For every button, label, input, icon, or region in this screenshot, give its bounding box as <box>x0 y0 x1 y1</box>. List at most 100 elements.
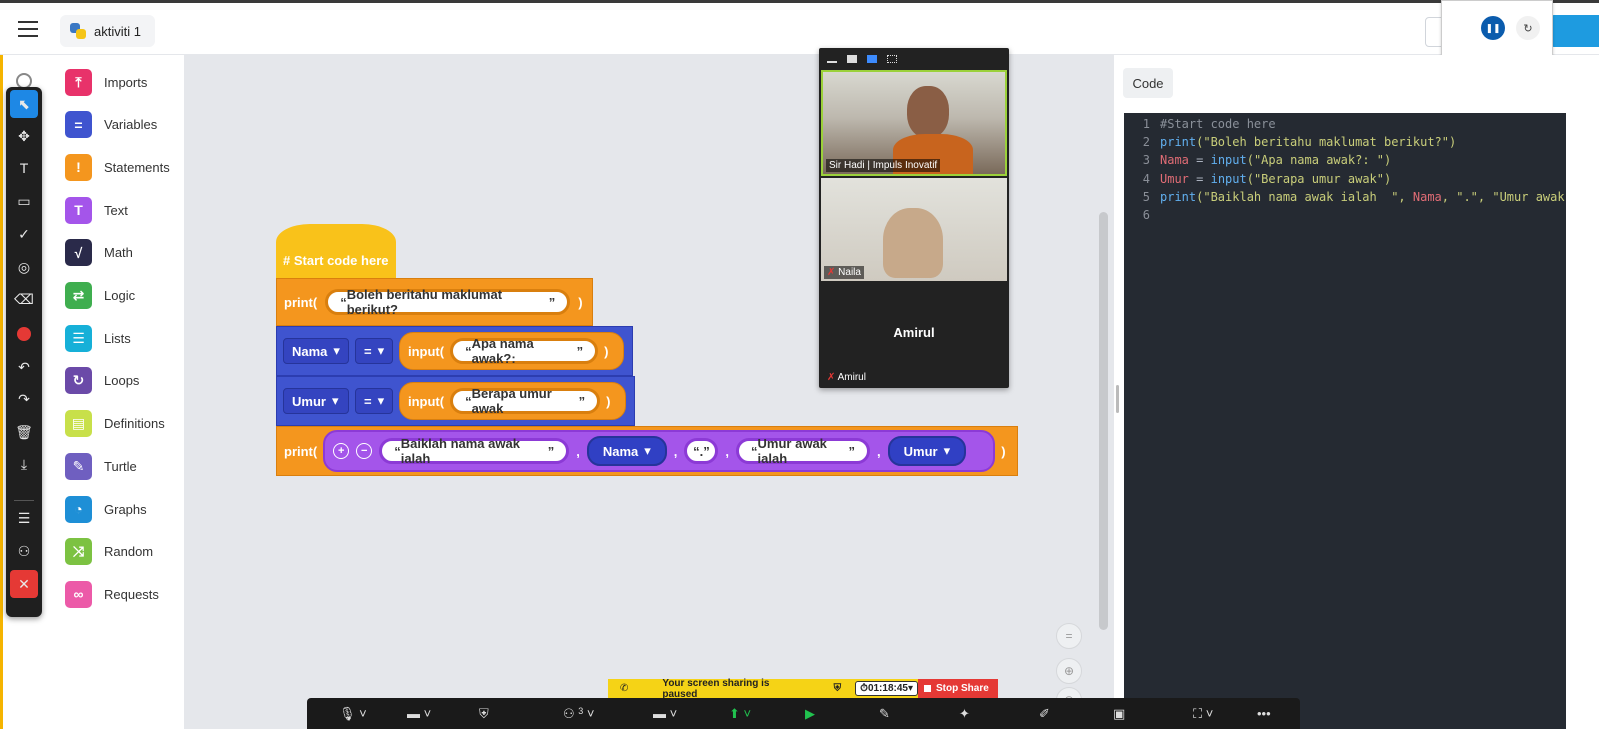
run-button[interactable] <box>1550 15 1599 47</box>
share-screen-icon[interactable]: ⬆ ˅ <box>729 706 751 722</box>
whiteboard-icon[interactable]: ▣ <box>1113 706 1125 722</box>
menu-icon[interactable] <box>18 21 38 37</box>
more-icon[interactable]: ••• <box>1257 706 1271 721</box>
pause-icon[interactable]: ❚❚ <box>1481 16 1505 40</box>
video-tile-1[interactable]: Sir Hadi | Impuls Inovatif <box>821 70 1007 176</box>
resume-share-icon[interactable]: ▶ <box>805 706 815 722</box>
participant-label: ✗ Naila <box>824 266 864 279</box>
app-header: aktiviti 1 <box>0 3 1599 55</box>
print-block-1[interactable]: print( “Boleh beritahu maklumat berikut?… <box>276 278 593 326</box>
string-literal[interactable]: “Umur awak ialah” <box>736 436 871 466</box>
restart-icon[interactable]: ↻ <box>1516 16 1540 40</box>
close-paren: ) <box>578 294 583 310</box>
zoom-reset-icon[interactable]: = <box>1056 623 1082 649</box>
category-imports[interactable]: ⤒ Imports <box>65 68 147 96</box>
string-literal[interactable]: “Apa nama awak?:” <box>450 336 599 366</box>
participants-icon[interactable]: ⚇ 3 ˅ <box>563 706 595 722</box>
assign-block-umur[interactable]: Umur ▾ = ▾ input( “Berapa umur awak” ) <box>276 376 635 426</box>
stop-share-label: Stop Share <box>936 683 989 694</box>
move-icon[interactable]: ✥ <box>10 122 38 150</box>
category-text[interactable]: T Text <box>65 196 128 224</box>
checkmark-icon[interactable]: ✓ <box>10 220 38 248</box>
start-hat-block[interactable]: # Start code here <box>276 224 396 278</box>
chat-icon[interactable]: ▬ ˅ <box>653 706 677 721</box>
join-block[interactable]: + − “Baiklah nama awak ialah” , Nama ▾ , … <box>323 430 996 472</box>
operator-dropdown[interactable]: = ▾ <box>355 338 393 364</box>
input-block[interactable]: input( “Berapa umur awak” ) <box>399 382 626 420</box>
meeting-timer[interactable]: ⏱ 01:18:45 ▾ <box>855 681 918 696</box>
print-block-2[interactable]: print( + − “Baiklah nama awak ialah” , N… <box>276 426 1018 476</box>
category-label: Statements <box>104 159 170 175</box>
variable-dropdown[interactable]: Nama ▾ <box>283 338 349 364</box>
color-icon[interactable] <box>10 320 38 348</box>
variable-dropdown[interactable]: Umur ▾ <box>283 388 349 414</box>
input-block[interactable]: input( “Apa nama awak?:” ) <box>399 332 624 370</box>
download-icon[interactable]: ⤓ <box>10 450 38 478</box>
category-math[interactable]: √ Math <box>65 239 133 267</box>
add-item-icon[interactable]: + <box>333 443 350 459</box>
microphone-icon[interactable]: 🎙︎ ˅ <box>339 706 367 722</box>
category-label: Turtle <box>104 458 137 474</box>
minimize-icon[interactable] <box>827 61 837 63</box>
category-lists[interactable]: ☰ Lists <box>65 324 131 352</box>
rectangle-icon[interactable]: ▭ <box>10 187 38 215</box>
category-statements[interactable]: ! Statements <box>65 153 170 181</box>
variable-pill[interactable]: Umur ▾ <box>887 436 967 466</box>
pen-icon[interactable]: ✐ <box>1039 706 1050 722</box>
string-literal[interactable]: “.” <box>684 438 719 464</box>
video-tile-2[interactable]: ✗ Naila <box>821 178 1007 281</box>
strip-view-icon[interactable] <box>867 55 877 63</box>
redo-icon[interactable]: ↷ <box>10 385 38 413</box>
category-logic[interactable]: ⇄ Logic <box>65 282 135 310</box>
statements-category-icon: ! <box>65 153 92 181</box>
stop-share-button[interactable]: Stop Share <box>918 679 998 698</box>
code-editor[interactable]: 1 #Start code here 2 print("Boleh beritahu … <box>1124 113 1566 729</box>
remove-item-icon[interactable]: − <box>356 443 373 459</box>
string-literal[interactable]: “Berapa umur awak” <box>450 386 601 416</box>
operator-dropdown[interactable]: = ▾ <box>355 388 393 414</box>
video-camera-icon[interactable]: ▬ ˅ <box>407 706 431 721</box>
gallery-view-icon[interactable] <box>887 55 897 63</box>
variable-pill[interactable]: Nama ▾ <box>586 436 667 466</box>
spotlight-icon[interactable]: ◎ <box>10 253 38 281</box>
remote-control-icon[interactable]: ⛶ ˅ <box>1193 706 1213 722</box>
video-gallery-panel[interactable]: Sir Hadi | Impuls Inovatif ✗ Naila Amiru… <box>819 48 1009 388</box>
video-tile-3[interactable]: Amirul ✗ Amirul <box>821 283 1007 386</box>
tab-code[interactable]: Code <box>1123 68 1173 98</box>
pane-resize-handle[interactable] <box>1116 385 1119 413</box>
line-number: 1 <box>1142 117 1150 131</box>
apps-icon[interactable]: ✦ <box>959 706 970 722</box>
eraser-icon[interactable]: ⌫ <box>10 285 38 313</box>
user-settings-icon[interactable]: ⚇ <box>10 537 38 565</box>
line-number: 2 <box>1142 135 1150 150</box>
mic-muted-icon: ✗ <box>827 267 836 278</box>
annotate-icon[interactable]: ✎ <box>879 706 890 722</box>
menu-icon[interactable]: ☰ <box>10 504 38 532</box>
video-layout-bar <box>819 48 1009 70</box>
line-number: 6 <box>1142 208 1150 222</box>
category-turtle[interactable]: ✎ Turtle <box>65 452 137 480</box>
close-icon[interactable]: ✕ <box>10 570 38 598</box>
trash-icon[interactable]: 🗑 <box>10 418 38 446</box>
requests-category-icon: ∞ <box>65 580 92 608</box>
pointer-icon[interactable]: ⬉ <box>10 90 38 118</box>
string-literal[interactable]: “Baiklah nama awak ialah” <box>379 436 570 466</box>
category-graphs[interactable]: ◔ Graphs <box>65 495 147 523</box>
category-definitions[interactable]: ▤ Definitions <box>65 410 165 438</box>
speaker-view-icon[interactable] <box>847 55 857 63</box>
category-variables[interactable]: = Variables <box>65 111 157 139</box>
string-literal[interactable]: “Boleh beritahu maklumat berikut?” <box>325 287 571 317</box>
text-icon[interactable]: T <box>10 154 38 182</box>
security-icon[interactable]: ⛨ <box>479 706 489 722</box>
category-random[interactable]: ⤨ Random <box>65 538 153 566</box>
zoom-in-icon[interactable]: ⊕ <box>1056 658 1082 684</box>
workspace-scrollbar[interactable] <box>1099 212 1108 630</box>
project-tab[interactable]: aktiviti 1 <box>60 15 155 47</box>
variable-name: Umur <box>292 393 326 409</box>
recording-widget: ❚❚ ↻ <box>1441 0 1553 61</box>
undo-icon[interactable]: ↶ <box>10 353 38 381</box>
code-token: , ".", "Umur awak <box>1441 189 1565 204</box>
category-loops[interactable]: ↻ Loops <box>65 367 139 395</box>
assign-block-nama[interactable]: Nama ▾ = ▾ input( “Apa nama awak?:” ) <box>276 326 633 376</box>
category-requests[interactable]: ∞ Requests <box>65 580 159 608</box>
